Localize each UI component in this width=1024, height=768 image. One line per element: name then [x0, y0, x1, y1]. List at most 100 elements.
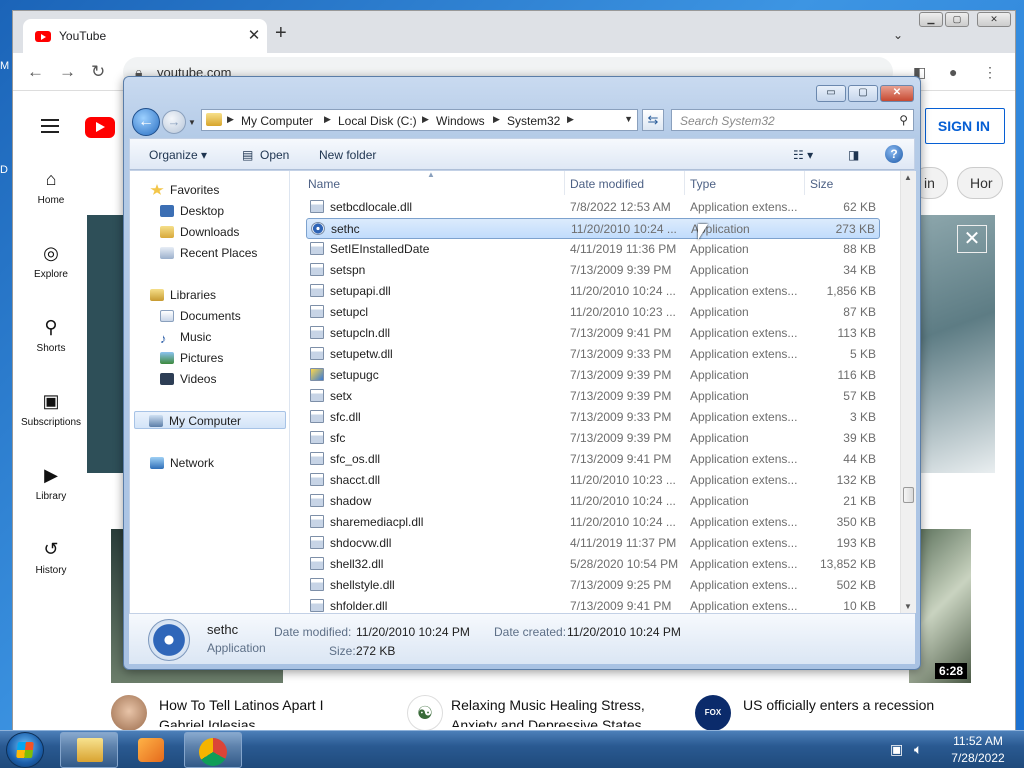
address-breadcrumb[interactable]: ▶ My Computer ▶ Local Disk (C:) ▶ Window…: [201, 109, 638, 131]
video-title[interactable]: US officially enters a recession: [743, 695, 1003, 727]
file-row[interactable]: setupcln.dll 7/13/2009 9:41 PM Application…: [306, 323, 880, 344]
meditation-channel-avatar-icon[interactable]: ☯: [407, 695, 443, 731]
explorer-minimize-button[interactable]: ▭: [816, 85, 846, 102]
file-row[interactable]: setx 7/13/2009 9:39 PM Application 57 KB: [306, 386, 880, 407]
column-divider[interactable]: [684, 171, 685, 195]
video-title[interactable]: How To Tell Latinos Apart I Gabriel Igle…: [159, 695, 359, 727]
open-button[interactable]: Open: [260, 148, 289, 162]
explorer-close-button[interactable]: ✕: [880, 85, 914, 102]
file-row[interactable]: setbcdlocale.dll 7/8/2022 12:53 AM Applica…: [306, 197, 880, 218]
file-row[interactable]: sfc_os.dll 7/13/2009 9:41 PM Application e…: [306, 449, 880, 470]
tab-youtube[interactable]: YouTube ✕: [23, 19, 267, 53]
file-row[interactable]: setupapi.dll 11/20/2010 10:24 ... Applicat…: [306, 281, 880, 302]
tab-search-icon[interactable]: ⌄: [893, 28, 903, 42]
nav-music[interactable]: ♪ Music: [160, 328, 211, 346]
forward-button[interactable]: →: [162, 110, 186, 134]
vertical-scrollbar[interactable]: ▲ ▼: [900, 171, 916, 613]
sidebar-item-library[interactable]: ▶ Library: [13, 465, 89, 502]
new-folder-button[interactable]: New folder: [319, 148, 376, 162]
file-row[interactable]: shacct.dll 11/20/2010 10:23 ... Applicatio…: [306, 470, 880, 491]
chrome-minimize-button[interactable]: ▁: [919, 12, 943, 27]
sign-in-button[interactable]: SIGN IN: [925, 108, 1005, 144]
chrome-menu-icon[interactable]: ⋮: [983, 64, 997, 81]
back-icon[interactable]: ←: [27, 62, 44, 82]
file-row[interactable]: shdocvw.dll 4/11/2019 11:37 PM Application…: [306, 533, 880, 554]
start-button[interactable]: [6, 732, 44, 768]
file-row[interactable]: SetIEInstalledDate 4/11/2019 11:36 PM Appl…: [306, 239, 880, 260]
profile-icon[interactable]: ●: [949, 64, 957, 80]
breadcrumb-my-computer[interactable]: My Computer: [241, 114, 313, 128]
file-row[interactable]: shell32.dll 5/28/2020 10:54 PM Application…: [306, 554, 880, 575]
chrome-close-button[interactable]: ✕: [977, 12, 1011, 27]
nav-desktop[interactable]: Desktop: [160, 202, 224, 220]
column-header-name[interactable]: Name: [308, 177, 340, 191]
reload-icon[interactable]: ↻: [91, 62, 105, 82]
column-divider[interactable]: [804, 171, 805, 195]
sidebar-item-subscriptions[interactable]: ▣ Subscriptions: [13, 391, 89, 428]
system-clock[interactable]: 11:52 AM 7/28/2022: [938, 733, 1018, 767]
breadcrumb-local-disk[interactable]: Local Disk (C:): [338, 114, 417, 128]
breadcrumb-chevron-icon[interactable]: ▶: [567, 114, 574, 125]
banner-close-button[interactable]: ✕: [957, 225, 987, 253]
taskbar-explorer-button[interactable]: [60, 732, 118, 768]
file-row[interactable]: shellstyle.dll 7/13/2009 9:25 PM Applicati…: [306, 575, 880, 596]
sidebar-item-explore[interactable]: ◎ Explore: [13, 243, 89, 280]
organize-button[interactable]: Organize ▾: [149, 148, 207, 162]
nav-downloads[interactable]: Downloads: [160, 223, 239, 241]
file-row[interactable]: setupetw.dll 7/13/2009 9:33 PM Application…: [306, 344, 880, 365]
volume-icon[interactable]: 🔈︎: [914, 741, 922, 758]
breadcrumb-chevron-icon[interactable]: ▶: [422, 114, 429, 125]
breadcrumb-system32[interactable]: System32: [507, 114, 560, 128]
youtube-logo-icon[interactable]: [85, 117, 115, 138]
chip-filter[interactable]: Hor: [957, 167, 1003, 199]
scroll-down-icon[interactable]: ▼: [904, 602, 912, 611]
refresh-button[interactable]: ⇆: [642, 109, 664, 131]
taskbar-chrome-button[interactable]: [184, 732, 242, 768]
column-divider[interactable]: [564, 171, 565, 195]
hamburger-menu-icon[interactable]: [41, 119, 59, 133]
nav-my-computer[interactable]: My Computer: [134, 411, 286, 429]
file-row[interactable]: setupcl 11/20/2010 10:23 ... Application 87…: [306, 302, 880, 323]
search-input[interactable]: Search System32 ⚲: [671, 109, 914, 131]
file-row[interactable]: sethc 11/20/2010 10:24 ... Application 273 …: [306, 218, 880, 239]
file-row[interactable]: setupugc 7/13/2009 9:39 PM Application 116 …: [306, 365, 880, 386]
file-row[interactable]: setspn 7/13/2009 9:39 PM Application 34 KB: [306, 260, 880, 281]
views-button[interactable]: ☷ ▾: [793, 148, 813, 162]
scroll-up-icon[interactable]: ▲: [904, 173, 912, 182]
sidebar-item-home[interactable]: ⌂ Home: [13, 169, 89, 206]
file-row[interactable]: shadow 11/20/2010 10:24 ... Application 21 …: [306, 491, 880, 512]
search-icon[interactable]: ⚲: [899, 113, 908, 127]
chrome-maximize-button[interactable]: ▢: [945, 12, 969, 27]
preview-pane-icon[interactable]: ◨: [848, 148, 859, 162]
back-button[interactable]: ←: [132, 108, 160, 136]
nav-libraries[interactable]: Libraries: [150, 286, 216, 304]
new-tab-button[interactable]: +: [275, 23, 287, 43]
recent-pages-dropdown-icon[interactable]: ▼: [188, 118, 196, 127]
nav-videos[interactable]: Videos: [160, 370, 216, 388]
scrollbar-thumb[interactable]: [903, 487, 914, 503]
nav-documents[interactable]: Documents: [160, 307, 241, 325]
nav-favorites[interactable]: Favorites: [150, 181, 219, 199]
column-header-date-modified[interactable]: Date modified: [570, 177, 644, 191]
breadcrumb-chevron-icon[interactable]: ▶: [493, 114, 500, 125]
breadcrumb-windows[interactable]: Windows: [436, 114, 485, 128]
nav-pictures[interactable]: Pictures: [160, 349, 223, 367]
file-row[interactable]: sfc 7/13/2009 9:39 PM Application 39 KB: [306, 428, 880, 449]
address-dropdown-icon[interactable]: ▼: [624, 114, 633, 124]
channel-avatar[interactable]: [111, 695, 147, 731]
explorer-maximize-button[interactable]: ▢: [848, 85, 878, 102]
channel-avatar[interactable]: FOX NEWS: [695, 695, 731, 731]
help-button[interactable]: ?: [885, 145, 903, 163]
file-row[interactable]: sharemediacpl.dll 11/20/2010 10:24 ... App…: [306, 512, 880, 533]
sidebar-item-history[interactable]: ↺ History: [13, 539, 89, 576]
network-icon[interactable]: ▣: [890, 741, 903, 758]
taskbar-media-player-button[interactable]: [121, 732, 179, 768]
video-title[interactable]: Relaxing Music Healing Stress, Anxiety a…: [451, 695, 671, 727]
column-header-size[interactable]: Size: [810, 177, 833, 191]
file-row[interactable]: sfc.dll 7/13/2009 9:33 PM Application exte…: [306, 407, 880, 428]
nav-recent-places[interactable]: Recent Places: [160, 244, 257, 262]
tab-close-icon[interactable]: ✕: [245, 26, 263, 44]
nav-network[interactable]: Network: [150, 454, 214, 472]
breadcrumb-chevron-icon[interactable]: ▶: [324, 114, 331, 125]
forward-icon[interactable]: →: [59, 62, 76, 82]
